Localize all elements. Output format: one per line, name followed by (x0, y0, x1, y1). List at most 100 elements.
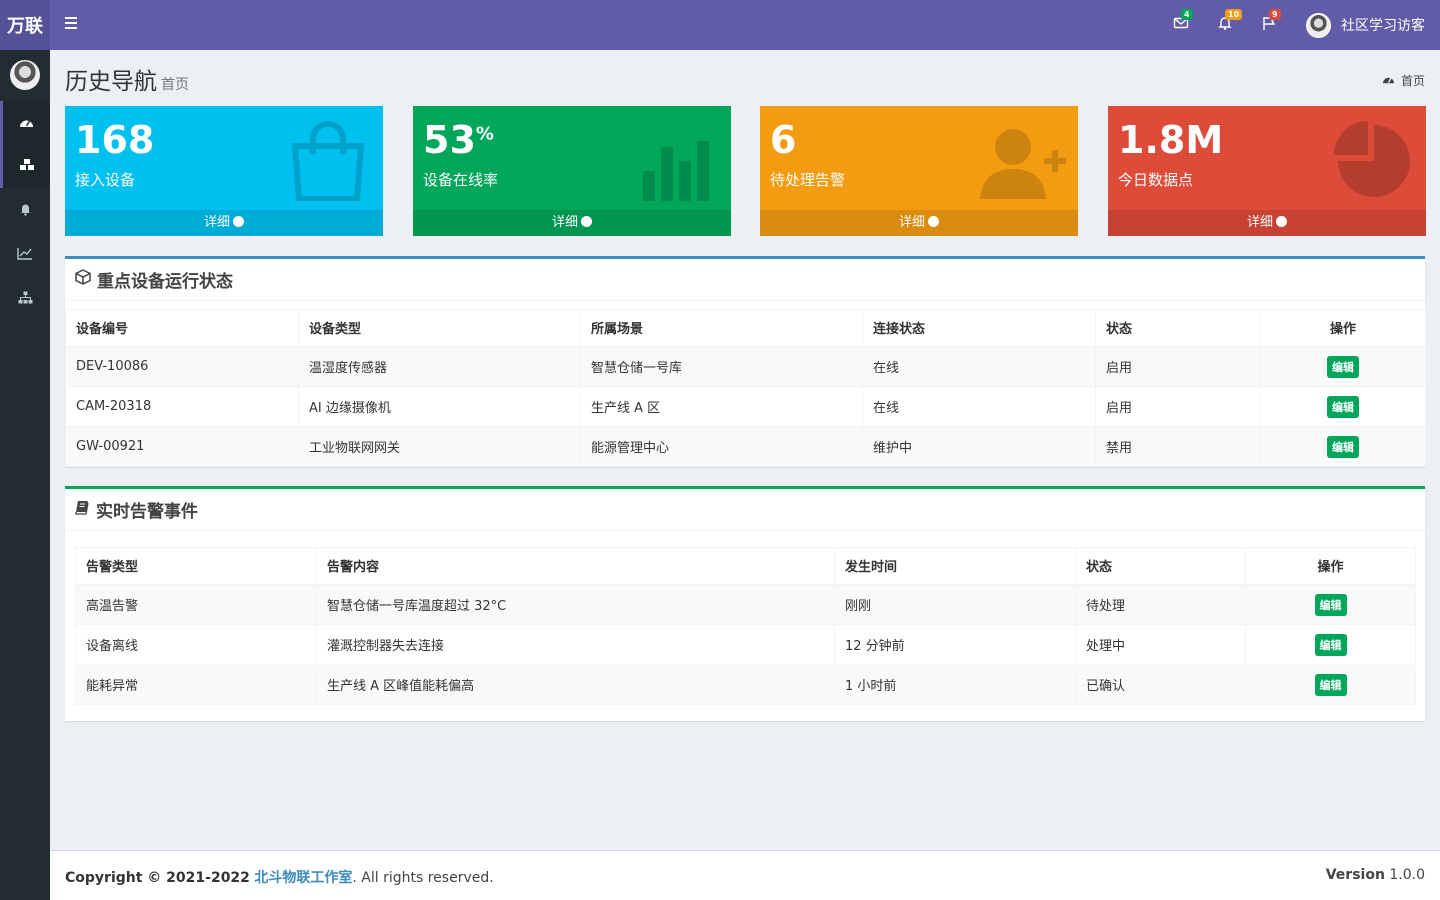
action-cell: 编辑 (1245, 584, 1416, 625)
alert-time-cell: 1 小时前 (834, 664, 1076, 705)
action-cell: 编辑 (1260, 386, 1426, 427)
flag-badge: 9 (1269, 9, 1281, 20)
device-id-cell: CAM-20318 (65, 386, 299, 427)
status-cell: 禁用 (1095, 426, 1261, 467)
status-cell: 启用 (1095, 346, 1261, 387)
table-row: 能耗异常 生产线 A 区峰值能耗偏高 1 小时前 已确认 编辑 (75, 664, 1416, 705)
flag-icon[interactable]: 9 (1261, 9, 1281, 35)
version-info: Version 1.0.0 (1326, 867, 1425, 883)
connection-status-cell: 在线 (862, 346, 1096, 387)
page-title-text: 历史导航 (65, 69, 157, 95)
sidebar-avatar (10, 60, 40, 90)
alert-time-cell: 12 分钟前 (834, 624, 1076, 665)
sidebar-item-dashboard[interactable] (0, 101, 50, 145)
stat-box-online-rate: 53% 设备在线率 详细 (413, 106, 731, 236)
copyright: Copyright © 2021-2022 北斗物联工作室. All right… (65, 867, 494, 887)
user-avatar[interactable] (1306, 13, 1331, 38)
alert-type-cell: 能耗异常 (75, 664, 317, 705)
arrow-circle-right-icon (233, 216, 244, 227)
edit-button[interactable]: 编辑 (1314, 673, 1347, 696)
table-row: 高温告警 智慧仓储一号库温度超过 32°C 刚刚 待处理 编辑 (75, 584, 1416, 625)
device-type-cell: 工业物联网网关 (298, 426, 581, 467)
bell-badge: 10 (1225, 9, 1243, 20)
user-name[interactable]: 社区学习访客 (1341, 15, 1425, 35)
edit-button[interactable]: 编辑 (1314, 593, 1347, 616)
stat-label: 今日数据点 (1118, 171, 1194, 189)
brand-logo[interactable]: 万联 (0, 0, 50, 50)
pie-chart-icon (1326, 121, 1416, 201)
edit-button[interactable]: 编辑 (1327, 435, 1359, 458)
status-cell: 已确认 (1075, 664, 1246, 705)
column-header: 设备编号 (65, 309, 299, 348)
copyright-text: Copyright © 2021-2022 (65, 870, 250, 886)
table-row: DEV-10086 温湿度传感器 智慧仓储一号库 在线 启用 编辑 (65, 346, 1426, 387)
mail-badge: 4 (1181, 9, 1193, 20)
column-header: 发生时间 (834, 547, 1076, 586)
device-scene-cell: 能源管理中心 (580, 426, 863, 467)
stat-value: 1.8M (1118, 118, 1224, 162)
column-header: 连接状态 (862, 309, 1096, 348)
alert-content-cell: 生产线 A 区峰值能耗偏高 (316, 664, 835, 705)
stat-box-devices: 168 接入设备 详细 (65, 106, 383, 236)
connection-status-cell: 在线 (862, 386, 1096, 427)
edit-button[interactable]: 编辑 (1327, 395, 1359, 418)
stat-more-link[interactable]: 详细 (65, 210, 383, 236)
stat-label: 待处理告警 (770, 171, 846, 189)
alert-type-cell: 高温告警 (75, 584, 317, 625)
device-scene-cell: 生产线 A 区 (580, 386, 863, 427)
sidebar (0, 50, 50, 900)
page-subtitle: 首页 (161, 77, 189, 93)
panel-header: 实时告警事件 (65, 489, 1425, 531)
column-header: 状态 (1075, 547, 1246, 586)
sidebar-toggle-icon[interactable] (65, 17, 77, 29)
cube-icon (75, 269, 91, 290)
action-cell: 编辑 (1260, 426, 1426, 467)
breadcrumb[interactable]: 首页 (1382, 72, 1425, 89)
table-header-row: 设备编号 设备类型 所属场景 连接状态 状态 操作 (65, 309, 1426, 348)
version-number: 1.0.0 (1389, 867, 1425, 883)
bell-icon[interactable]: 10 (1217, 9, 1243, 35)
action-cell: 编辑 (1245, 664, 1416, 705)
status-cell: 待处理 (1075, 584, 1246, 625)
sidebar-item-devices[interactable] (0, 144, 50, 188)
table-header-row: 告警类型 告警内容 发生时间 状态 操作 (75, 547, 1416, 586)
page-footer: Copyright © 2021-2022 北斗物联工作室. All right… (50, 850, 1440, 900)
status-cell: 处理中 (1075, 624, 1246, 665)
book-icon (75, 500, 90, 520)
action-cell: 编辑 (1245, 624, 1416, 665)
devices-table: 设备编号 设备类型 所属场景 连接状态 状态 操作 DEV-10086 温湿度传… (65, 309, 1426, 467)
panel-header: 重点设备运行状态 (65, 259, 1425, 301)
device-id-cell: DEV-10086 (65, 346, 299, 387)
table-row: 设备离线 灌溉控制器失去连接 12 分钟前 处理中 编辑 (75, 624, 1416, 665)
alert-type-cell: 设备离线 (75, 624, 317, 665)
sidebar-item-trends[interactable] (0, 232, 50, 276)
cubes-icon (19, 157, 35, 176)
action-cell: 编辑 (1260, 346, 1426, 387)
device-id-cell: GW-00921 (65, 426, 299, 467)
sidebar-item-alerts[interactable] (0, 188, 50, 232)
alert-content-cell: 智慧仓储一号库温度超过 32°C (316, 584, 835, 625)
device-type-cell: 温湿度传感器 (298, 346, 581, 387)
mail-icon[interactable]: 4 (1173, 9, 1193, 35)
sidebar-item-topology[interactable] (0, 276, 50, 320)
stat-more-link[interactable]: 详细 (1108, 210, 1426, 236)
company-link[interactable]: 北斗物联工作室 (254, 870, 352, 886)
devices-table-wrap: 设备编号 设备类型 所属场景 连接状态 状态 操作 DEV-10086 温湿度传… (65, 301, 1426, 467)
column-header: 操作 (1260, 309, 1426, 348)
column-header: 告警类型 (75, 547, 317, 586)
stat-box-data-points: 1.8M 今日数据点 详细 (1108, 106, 1426, 236)
shopping-bag-icon (283, 121, 373, 202)
arrow-circle-right-icon (581, 216, 592, 227)
edit-button[interactable]: 编辑 (1314, 633, 1347, 656)
stat-more-link[interactable]: 详细 (413, 210, 731, 236)
table-row: GW-00921 工业物联网网关 能源管理中心 维护中 禁用 编辑 (65, 426, 1426, 467)
page-title: 历史导航 首页 (65, 62, 189, 96)
edit-button[interactable]: 编辑 (1327, 355, 1359, 378)
line-chart-icon (17, 245, 33, 264)
device-type-cell: AI 边缘摄像机 (298, 386, 581, 427)
stat-label: 接入设备 (75, 171, 136, 189)
version-label: Version (1325, 867, 1385, 883)
breadcrumb-home[interactable]: 首页 (1401, 72, 1425, 89)
alerts-panel: 实时告警事件 告警类型 告警内容 发生时间 状态 操作 高温告警 智慧仓储一号库… (65, 486, 1425, 721)
stat-more-link[interactable]: 详细 (760, 210, 1078, 236)
